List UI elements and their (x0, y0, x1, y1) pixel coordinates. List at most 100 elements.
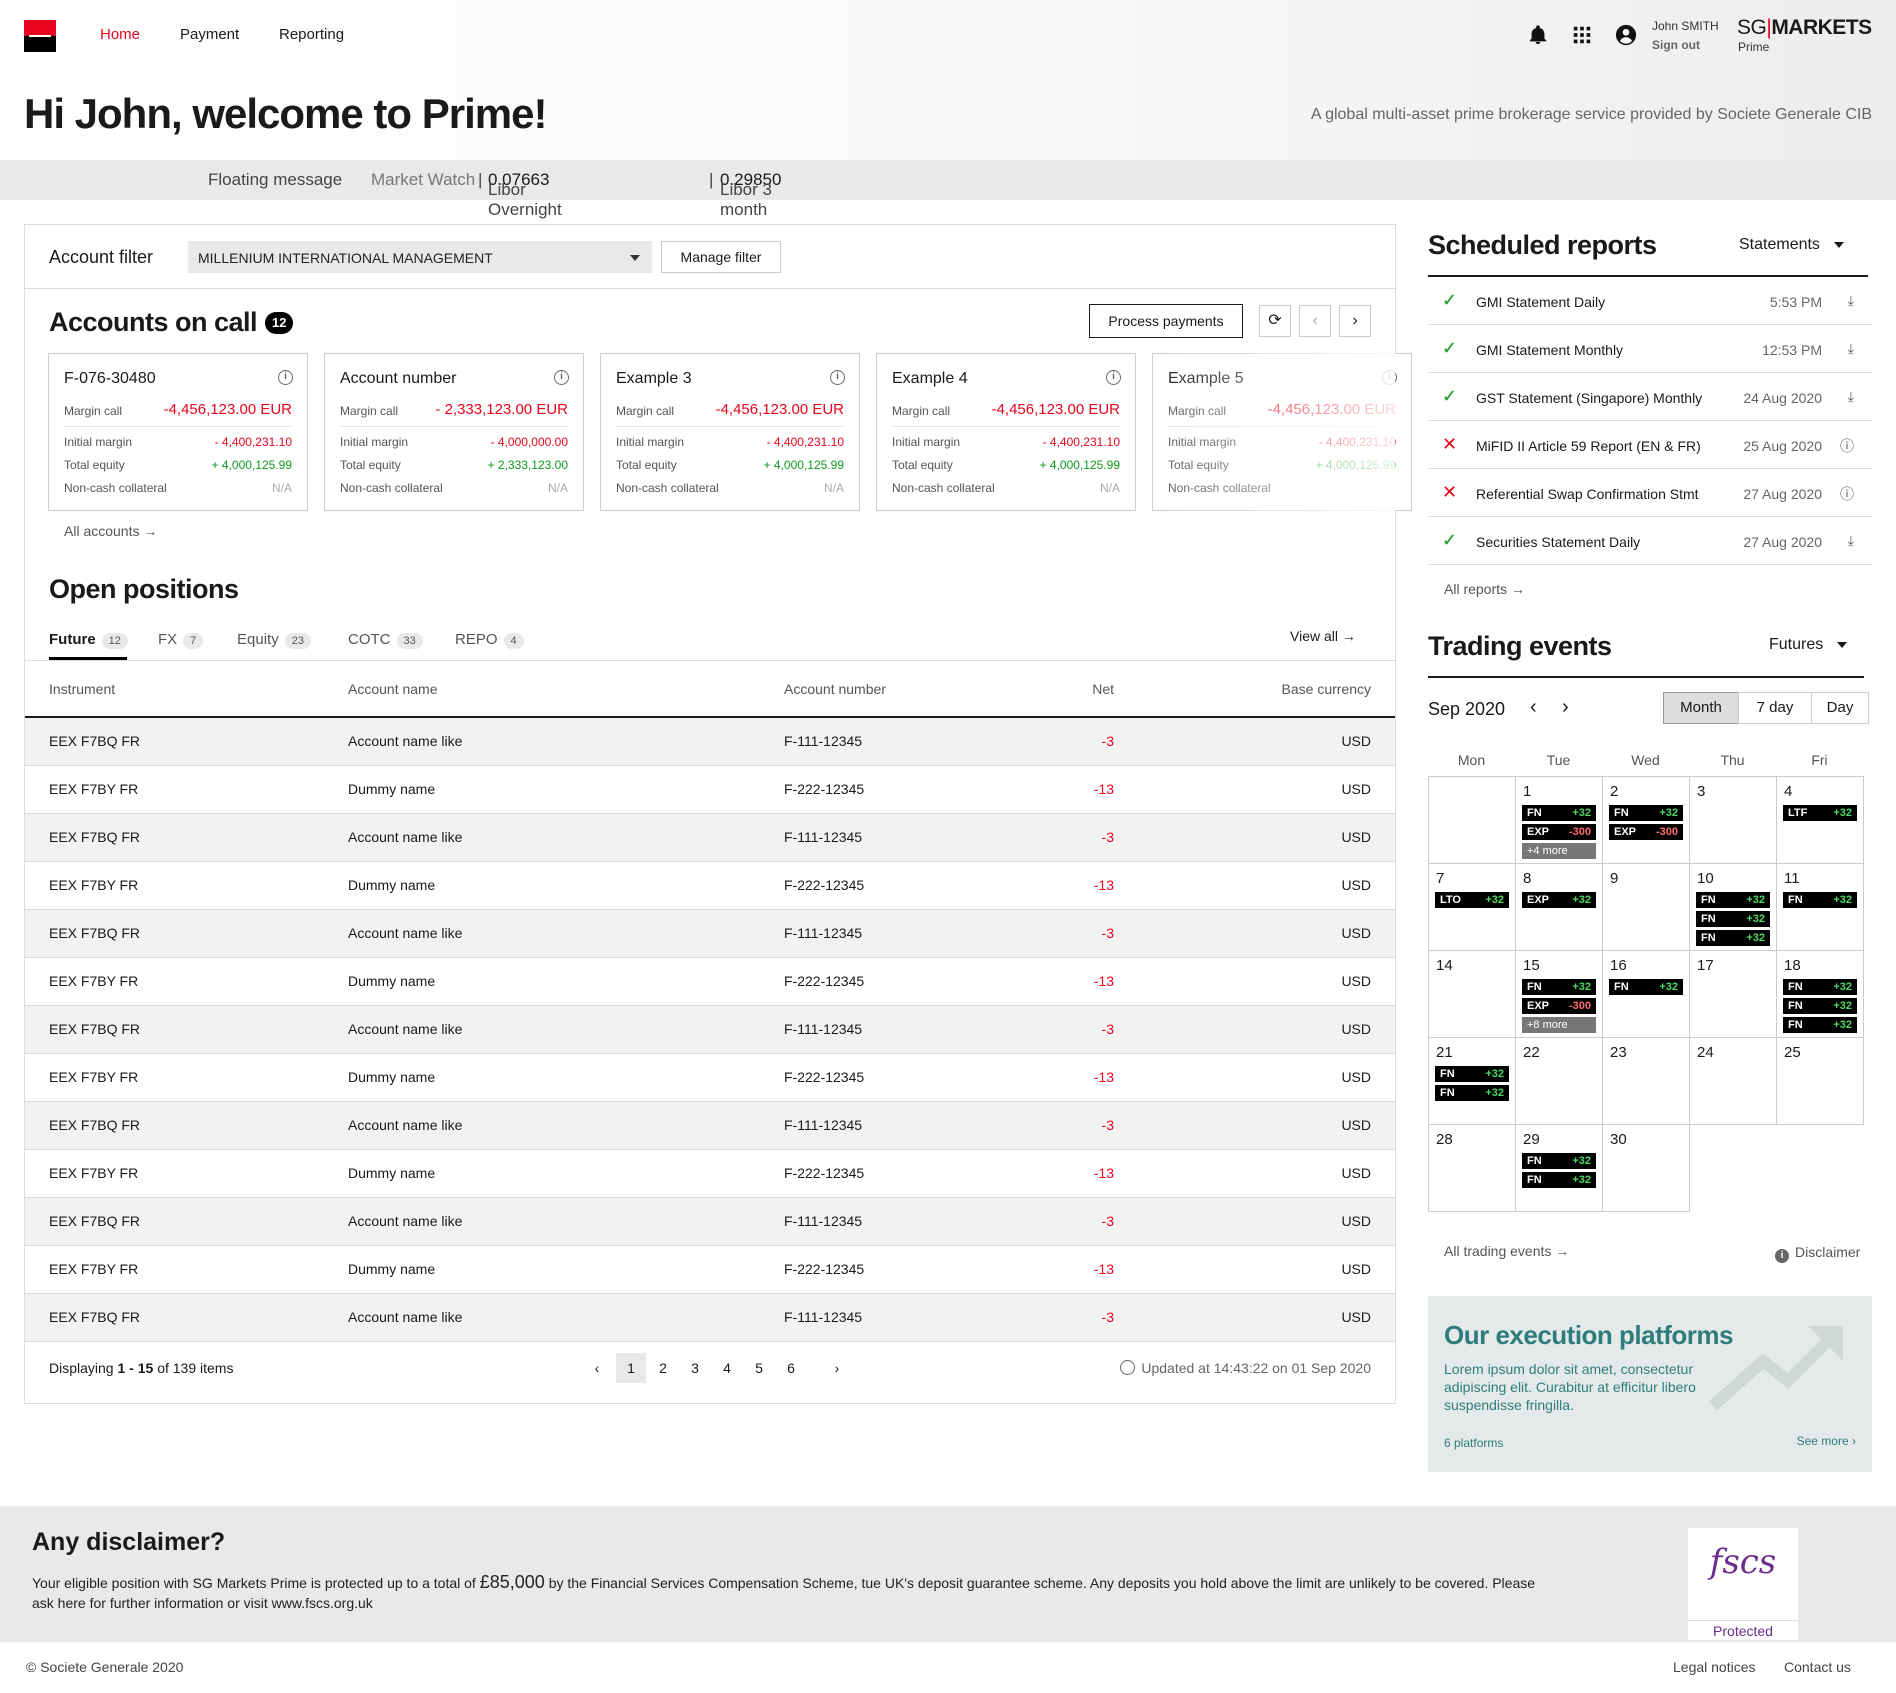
trading-event[interactable]: FN +32 (1435, 1085, 1509, 1101)
table-row[interactable]: EEX F7BY FR Dummy name F-222-12345 -13 USD (25, 1053, 1395, 1102)
nav-payment[interactable]: Payment (180, 26, 239, 43)
chevron-left-icon[interactable]: ‹ (1530, 696, 1537, 719)
download-icon[interactable]: ⤓ (1848, 532, 1854, 549)
table-row[interactable]: EEX F7BQ FR Account name like F-111-12345-… (25, 1197, 1395, 1246)
trading-event[interactable]: EXP -300 (1522, 824, 1596, 840)
trading-event[interactable]: FN +32 (1783, 979, 1857, 995)
calendar-day[interactable]: 18 FN +32 FN +32 FN +32 (1776, 950, 1864, 1038)
trading-event[interactable]: FN +32 (1609, 979, 1683, 995)
trading-event[interactable]: FN +32 (1696, 930, 1770, 946)
more-events-link[interactable]: +4 more (1522, 843, 1596, 859)
trading-event[interactable]: FN +32 (1522, 979, 1596, 995)
info-icon[interactable]: i (554, 370, 569, 385)
trading-event[interactable]: LTF +32 (1783, 805, 1857, 821)
manage-filter-button[interactable]: Manage filter (661, 241, 781, 273)
calendar-day[interactable]: 22 (1515, 1037, 1603, 1125)
col-base-currency[interactable]: Base currency (1114, 661, 1395, 718)
view-7day-button[interactable]: 7 day (1738, 692, 1812, 724)
trading-event[interactable]: FN +32 (1696, 892, 1770, 908)
table-row[interactable]: EEX F7BY FR Dummy name F-222-12345 -13 USD (25, 861, 1395, 910)
calendar-day[interactable]: 1 FN +32 EXP -300 +4 more (1515, 776, 1603, 864)
chevron-left-icon[interactable]: ‹ (1299, 305, 1331, 337)
nav-reporting[interactable]: Reporting (279, 26, 344, 43)
account-card[interactable]: Example 4 i Margin call -4,456,123.00 EUR In… (876, 353, 1136, 511)
calendar-day[interactable]: 21 FN +32 FN +32 (1428, 1037, 1516, 1125)
calendar-day[interactable]: 4 LTF +32 (1776, 776, 1864, 864)
table-row[interactable]: EEX F7BY FR Dummy name F-222-12345 -13 USD (25, 1245, 1395, 1294)
view-all-link[interactable]: View all → (1290, 628, 1356, 644)
next-page-icon[interactable]: › (822, 1353, 852, 1383)
trading-event[interactable]: FN +32 (1522, 805, 1596, 821)
trading-event[interactable]: EXP +32 (1522, 892, 1596, 908)
download-icon[interactable]: ⤓ (1848, 388, 1854, 405)
info-icon[interactable]: i (278, 370, 293, 385)
trading-event[interactable]: FN +32 (1435, 1066, 1509, 1082)
page-6-button[interactable]: 6 (776, 1353, 806, 1383)
calendar-day[interactable]: 7 LTO +32 (1428, 863, 1516, 951)
platforms-link[interactable]: 6 platforms (1444, 1436, 1503, 1450)
trading-event[interactable]: FN +32 (1522, 1153, 1596, 1169)
calendar-day[interactable]: 11 FN +32 (1776, 863, 1864, 951)
table-row[interactable]: EEX F7BY FR Dummy name F-222-12345 -13 USD (25, 1149, 1395, 1198)
trading-event[interactable]: FN +32 (1783, 1017, 1857, 1033)
chevron-right-icon[interactable]: › (1339, 305, 1371, 337)
col-instrument[interactable]: Instrument (25, 661, 348, 718)
contact-us-link[interactable]: Contact us (1784, 1659, 1851, 1675)
trading-event[interactable]: FN +32 (1696, 911, 1770, 927)
calendar-day[interactable]: 29 FN +32 FN +32 (1515, 1124, 1603, 1212)
table-row[interactable]: EEX F7BQ FR Account name like F-111-12345-… (25, 1293, 1395, 1342)
info-icon[interactable]: ⓘ (1840, 436, 1854, 456)
calendar-day[interactable]: 15 FN +32 EXP -300 +8 more (1515, 950, 1603, 1038)
info-icon[interactable]: i (830, 370, 845, 385)
table-row[interactable]: EEX F7BQ FR Account name like F-111-12345-… (25, 813, 1395, 862)
tab-repo[interactable]: REPO 4 (455, 631, 524, 649)
report-row[interactable]: ✕ MiFID II Article 59 Report (EN & FR) 25 … (1428, 421, 1872, 469)
calendar-day[interactable]: 17 (1689, 950, 1777, 1038)
report-row[interactable]: ✓ GST Statement (Singapore) Monthly 24 Aug… (1428, 373, 1872, 421)
calendar-day[interactable]: 3 (1689, 776, 1777, 864)
reports-filter-dropdown[interactable]: Statements (1739, 236, 1844, 254)
chevron-right-icon[interactable]: › (1562, 696, 1569, 719)
page-2-button[interactable]: 2 (648, 1353, 678, 1383)
table-row[interactable]: EEX F7BQ FR Account name like F-111-12345-… (25, 717, 1395, 766)
account-card[interactable]: F-076-30480 i Margin call -4,456,123.00 EUR… (48, 353, 308, 511)
trading-event[interactable]: FN +32 (1783, 892, 1857, 908)
all-accounts-link[interactable]: All accounts → (64, 523, 157, 539)
user-account-icon[interactable] (1615, 24, 1637, 46)
view-day-button[interactable]: Day (1811, 692, 1869, 724)
disclaimer-link[interactable]: i Disclaimer (1775, 1244, 1860, 1263)
table-row[interactable]: EEX F7BQ FR Account name like F-111-12345-… (25, 1101, 1395, 1150)
calendar-day[interactable]: 25 (1776, 1037, 1864, 1125)
info-icon[interactable]: ⓘ (1840, 484, 1854, 504)
table-row[interactable]: EEX F7BQ FR Account name like F-111-12345-… (25, 909, 1395, 958)
trading-event[interactable]: LTO +32 (1435, 892, 1509, 908)
tab-cotc[interactable]: COTC 33 (348, 631, 423, 649)
account-card[interactable]: Example 3 i Margin call -4,456,123.00 EUR In… (600, 353, 860, 511)
tab-fx[interactable]: FX 7 (158, 631, 204, 649)
account-card[interactable]: Account number i Margin call - 2,333,123.00… (324, 353, 584, 511)
events-filter-dropdown[interactable]: Futures (1769, 636, 1848, 654)
process-payments-button[interactable]: Process payments (1089, 304, 1243, 338)
info-icon[interactable]: i (1106, 370, 1121, 385)
calendar-day[interactable]: 2 FN +32 EXP -300 (1602, 776, 1690, 864)
more-events-link[interactable]: +8 more (1522, 1017, 1596, 1033)
col-net[interactable]: Net (984, 661, 1114, 718)
apps-grid-icon[interactable] (1571, 24, 1593, 46)
sign-out-link[interactable]: Sign out (1652, 38, 1700, 52)
calendar-day[interactable]: 9 (1602, 863, 1690, 951)
calendar-day[interactable]: 23 (1602, 1037, 1690, 1125)
bell-icon[interactable] (1527, 24, 1549, 46)
page-3-button[interactable]: 3 (680, 1353, 710, 1383)
col-account-number[interactable]: Account number (784, 661, 984, 718)
calendar-day[interactable]: 14 (1428, 950, 1516, 1038)
see-more-link[interactable]: See more › (1797, 1434, 1856, 1448)
table-row[interactable]: EEX F7BQ FR Account name like F-111-12345-… (25, 1005, 1395, 1054)
refresh-icon[interactable]: ⟳ (1259, 305, 1291, 337)
calendar-day[interactable]: 10 FN +32 FN +32 FN +32 (1689, 863, 1777, 951)
calendar-day[interactable]: 16 FN +32 (1602, 950, 1690, 1038)
societe-generale-logo[interactable] (24, 20, 56, 52)
all-reports-link[interactable]: All reports → (1444, 581, 1525, 597)
nav-home[interactable]: Home (100, 26, 140, 43)
trading-event[interactable]: EXP -300 (1522, 998, 1596, 1014)
calendar-day[interactable]: 24 (1689, 1037, 1777, 1125)
